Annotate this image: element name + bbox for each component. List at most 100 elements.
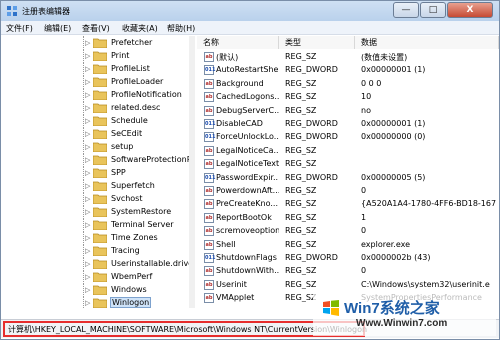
expand-arrow-icon[interactable]: ▷	[85, 208, 91, 216]
expand-arrow-icon[interactable]: ▷	[85, 169, 91, 177]
registry-value-row[interactable]: ab CachedLogons... REG_SZ 10	[197, 90, 499, 104]
expand-arrow-icon[interactable]: ▷	[85, 221, 91, 229]
registry-value-row[interactable]: 011 AutoRestartShell REG_DWORD 0x00000001 (…	[197, 63, 499, 77]
registry-editor-icon	[7, 6, 17, 16]
watermark-url: Www.Winwin7.com	[356, 318, 448, 329]
tree-connector-line	[83, 192, 84, 206]
tree-item[interactable]: ▷ SPP	[1, 166, 193, 180]
expand-arrow-icon[interactable]: ▷	[85, 234, 91, 242]
tree-item-label: Schedule	[111, 116, 148, 125]
expand-arrow-icon[interactable]: ▷	[85, 143, 91, 151]
expand-arrow-icon[interactable]: ▷	[85, 273, 91, 281]
value-data: no	[361, 105, 371, 115]
expand-arrow-icon[interactable]: ▷	[85, 286, 91, 294]
value-data: 0x00000001 (1)	[361, 65, 426, 75]
registry-value-row[interactable]: 011 DisableCAD REG_DWORD 0x00000001 (1)	[197, 117, 499, 131]
expand-arrow-icon[interactable]: ▷	[85, 156, 91, 164]
column-header-data[interactable]: 数据	[355, 36, 499, 49]
expand-arrow-icon[interactable]: ▷	[85, 78, 91, 86]
tree-item[interactable]: ▷ Winlogon	[1, 296, 193, 308]
menu-view[interactable]: 查看(V)	[82, 23, 110, 34]
tree-item[interactable]: ▷ ProfileLoader	[1, 75, 193, 89]
tree-item[interactable]: ▷ SystemRestore	[1, 205, 193, 219]
registry-key-tree[interactable]: ▷ Prefetcher ▷ Print ▷ ProfileList ▷ ProfileLoa…	[1, 36, 194, 308]
expand-arrow-icon[interactable]: ▷	[85, 117, 91, 125]
registry-value-row[interactable]: ab PreCreateKno... REG_SZ {A520A1A4-1780-4F…	[197, 197, 499, 211]
tree-item-label: SPP	[111, 168, 126, 177]
value-type: REG_SZ	[285, 105, 317, 115]
tree-item[interactable]: ▷ Time Zones	[1, 231, 193, 245]
expand-arrow-icon[interactable]: ▷	[85, 195, 91, 203]
registry-value-row[interactable]: ab Shell REG_SZ explorer.exe	[197, 238, 499, 252]
registry-value-row[interactable]: ab PowerdownAft... REG_SZ 0	[197, 184, 499, 198]
tree-item[interactable]: ▷ ProfileNotification	[1, 88, 193, 102]
string-value-icon: ab	[204, 226, 214, 237]
expand-arrow-icon[interactable]: ▷	[85, 91, 91, 99]
menu-favorites[interactable]: 收藏夹(A)	[122, 23, 158, 34]
folder-icon	[93, 220, 107, 230]
window-title: 注册表编辑器	[22, 7, 70, 16]
maximize-button[interactable]: □	[420, 2, 446, 18]
registry-values-list[interactable]: 名称 类型 数据 ab (默认) REG_SZ (数值未设置) 011 AutoResta…	[197, 36, 499, 308]
folder-icon	[93, 285, 107, 295]
tree-item[interactable]: ▷ Superfetch	[1, 179, 193, 193]
tree-item[interactable]: ▷ related.desc	[1, 101, 193, 115]
expand-arrow-icon[interactable]: ▷	[85, 182, 91, 190]
tree-item[interactable]: ▷ Terminal Server	[1, 218, 193, 232]
value-type: REG_SZ	[285, 199, 317, 209]
tree-connector-line	[83, 218, 84, 232]
column-header-type[interactable]: 类型	[279, 36, 355, 49]
tree-item[interactable]: ▷ Prefetcher	[1, 36, 193, 50]
tree-item[interactable]: ▷ Schedule	[1, 114, 193, 128]
registry-value-row[interactable]: ab ShutdownWith... REG_SZ 0	[197, 264, 499, 278]
tree-item-label: ProfileNotification	[111, 90, 182, 99]
expand-arrow-icon[interactable]: ▷	[85, 260, 91, 268]
registry-value-row[interactable]: 011 ForceUnlockLo... REG_DWORD 0x00000000 (…	[197, 130, 499, 144]
expand-arrow-icon[interactable]: ▷	[85, 247, 91, 255]
column-header-name[interactable]: 名称	[197, 36, 279, 49]
value-name: LegalNoticeText	[216, 159, 279, 169]
value-name: DisableCAD	[216, 119, 263, 128]
expand-arrow-icon[interactable]: ▷	[85, 65, 91, 73]
tree-item-label: SoftwareProtectionP	[111, 155, 192, 164]
menu-file[interactable]: 文件(F)	[6, 23, 33, 34]
tree-scrollbar[interactable]	[189, 36, 195, 308]
menu-help[interactable]: 帮助(H)	[167, 23, 195, 34]
folder-icon	[93, 259, 107, 269]
tree-item[interactable]: ▷ setup	[1, 140, 193, 154]
registry-value-row[interactable]: ab scremoveoption REG_SZ 0	[197, 224, 499, 238]
registry-value-row[interactable]: ab LegalNoticeText REG_SZ	[197, 157, 499, 171]
tree-item[interactable]: ▷ SeCEdit	[1, 127, 193, 141]
registry-value-row[interactable]: ab LegalNoticeCa... REG_SZ	[197, 144, 499, 158]
value-type: REG_DWORD	[285, 172, 338, 182]
tree-connector-line	[83, 140, 84, 154]
menu-edit[interactable]: 编辑(E)	[44, 23, 71, 34]
registry-value-row[interactable]: ab ReportBootOk REG_SZ 1	[197, 211, 499, 225]
registry-value-row[interactable]: 011 PasswordExpir... REG_DWORD 0x00000005 (…	[197, 171, 499, 185]
tree-item[interactable]: ▷ ProfileList	[1, 62, 193, 76]
tree-item[interactable]: ▷ Print	[1, 49, 193, 63]
tree-item[interactable]: ▷ Userinstallable.drive	[1, 257, 193, 271]
minimize-button[interactable]: —	[393, 2, 419, 18]
tree-connector-line	[83, 127, 84, 141]
value-name: ShutdownWith...	[216, 266, 279, 276]
tree-item-label: related.desc	[111, 103, 161, 112]
tree-item[interactable]: ▷ SoftwareProtectionP	[1, 153, 193, 167]
expand-arrow-icon[interactable]: ▷	[85, 104, 91, 112]
tree-item[interactable]: ▷ Windows	[1, 283, 193, 297]
tree-item[interactable]: ▷ Svchost	[1, 192, 193, 206]
string-value-icon: ab	[204, 266, 214, 277]
expand-arrow-icon[interactable]: ▷	[85, 39, 91, 47]
expand-arrow-icon[interactable]: ▷	[85, 130, 91, 138]
expand-arrow-icon[interactable]: ▷	[85, 299, 91, 307]
registry-value-row[interactable]: ab (默认) REG_SZ (数值未设置)	[197, 50, 499, 64]
registry-value-row[interactable]: ab DebugServerC... REG_SZ no	[197, 104, 499, 118]
tree-item[interactable]: ▷ Tracing	[1, 244, 193, 258]
value-type: REG_SZ	[285, 226, 317, 236]
registry-value-row[interactable]: 011 ShutdownFlags REG_DWORD 0x0000002b (43)	[197, 251, 499, 265]
close-button[interactable]: X	[447, 2, 493, 18]
expand-arrow-icon[interactable]: ▷	[85, 52, 91, 60]
title-bar[interactable]: 注册表编辑器 — □ X	[1, 1, 499, 21]
registry-value-row[interactable]: ab Background REG_SZ 0 0 0	[197, 77, 499, 91]
tree-item[interactable]: ▷ WbemPerf	[1, 270, 193, 284]
